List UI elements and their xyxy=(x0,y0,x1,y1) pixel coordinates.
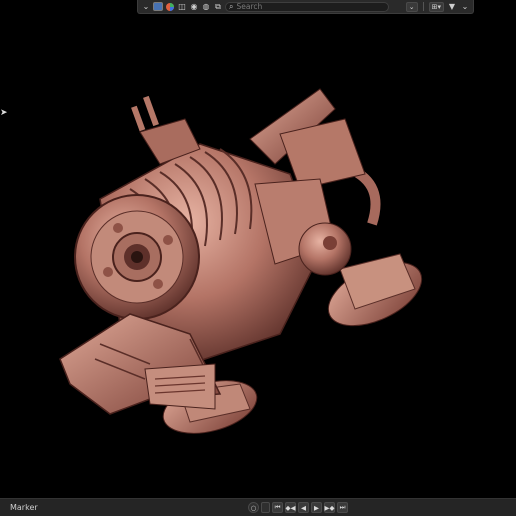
3d-viewport[interactable]: ➤ xyxy=(0,14,516,498)
jump-start-icon[interactable]: ⏮ xyxy=(272,502,283,513)
timeline-bar: Marker ○ ⏮ ◆◀ ◀ ▶ ▶◆ ⏭ xyxy=(0,498,516,516)
viewport-header: ⌄ ◫ ◉ ◍ ⧉ ⌕ ⌄ ⊞▾ ▼ ⌄ xyxy=(137,0,474,14)
play-icon[interactable]: ▶ xyxy=(311,502,322,513)
funnel-icon[interactable]: ▼ xyxy=(447,2,457,12)
record-options-button[interactable] xyxy=(261,502,270,513)
selectable-toggle[interactable] xyxy=(153,2,163,11)
render-icon[interactable]: ◉ xyxy=(189,2,199,12)
search-field[interactable]: ⌕ xyxy=(225,1,389,12)
world-icon[interactable]: ◍ xyxy=(201,2,211,12)
mouse-cursor-icon: ➤ xyxy=(0,108,8,118)
sort-button[interactable]: ⊞▾ xyxy=(428,1,444,12)
playback-controls: ○ ⏮ ◆◀ ◀ ▶ ▶◆ ⏭ xyxy=(248,502,348,513)
jump-prev-keyframe-icon[interactable]: ◆◀ xyxy=(285,502,296,513)
record-icon[interactable]: ○ xyxy=(248,502,259,513)
play-reverse-icon[interactable]: ◀ xyxy=(298,502,309,513)
dropdown-toggle-button[interactable]: ⌄ xyxy=(405,1,418,12)
search-input[interactable] xyxy=(236,2,377,11)
sculpted-robot-model xyxy=(59,88,423,434)
view-layer-icon[interactable]: ⧉ xyxy=(213,2,223,12)
search-icon: ⌕ xyxy=(229,1,234,11)
jump-next-keyframe-icon[interactable]: ▶◆ xyxy=(324,502,335,513)
color-wheel-icon[interactable] xyxy=(165,2,175,12)
separator xyxy=(422,2,424,11)
filter-dropdown-icon[interactable]: ⌄ xyxy=(460,2,470,12)
chevron-down-icon[interactable]: ⌄ xyxy=(141,2,151,12)
camera-icon[interactable]: ◫ xyxy=(177,2,187,12)
jump-end-icon[interactable]: ⏭ xyxy=(337,502,348,513)
marker-menu[interactable]: Marker xyxy=(10,503,38,512)
